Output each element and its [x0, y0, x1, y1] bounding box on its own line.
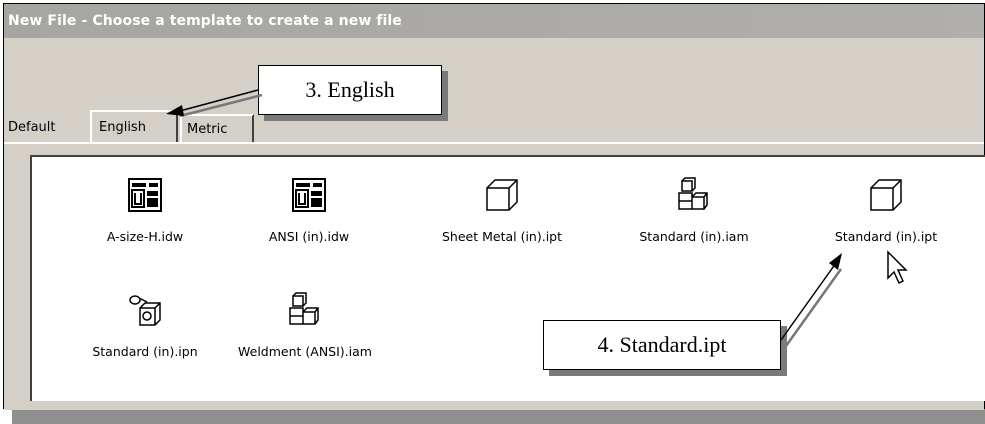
callout-english-shadow-side — [442, 71, 448, 121]
title-bar: New File - Choose a template to create a… — [4, 4, 984, 38]
template-weldment-ansi-iam[interactable]: Weldment (ANSI).iam — [230, 292, 380, 359]
callout-standard-ipt-text: 4. Standard.ipt — [597, 332, 727, 357]
presentation-icon — [129, 295, 161, 326]
tab-english[interactable]: English — [90, 110, 178, 142]
callout-english: 3. English — [258, 65, 442, 115]
template-label: A-size-H.idw — [106, 229, 184, 244]
dialog-title: New File - Choose a template to create a… — [8, 13, 402, 29]
template-label: ANSI (in).idw — [268, 229, 350, 244]
template-label: Sheet Metal (in).ipt — [441, 229, 563, 244]
assembly-icon — [678, 177, 708, 210]
template-label: Weldment (ANSI).iam — [238, 344, 372, 359]
tab-panel-border — [4, 142, 984, 144]
mouse-cursor-icon — [887, 250, 908, 285]
drawing-icon — [292, 178, 326, 212]
template-label: Standard (in).ipn — [92, 344, 198, 359]
callout-standard-ipt-shadow-side — [781, 326, 787, 376]
callout-standard-ipt: 4. Standard.ipt — [543, 320, 781, 370]
drawing-icon — [128, 178, 162, 212]
template-a-size-h-idw[interactable]: A-size-H.idw — [70, 177, 220, 244]
part-icon — [870, 179, 902, 211]
assembly-icon — [289, 292, 319, 325]
template-list: A-size-H.idw ANSI (in).idw Sheet Metal (… — [30, 155, 985, 401]
new-file-dialog: New File - Choose a template to create a… — [3, 3, 985, 410]
template-standard-in-iam[interactable]: Standard (in).iam — [619, 177, 769, 244]
tab-default[interactable]: Default — [4, 114, 87, 142]
template-label: Standard (in).ipt — [834, 229, 938, 244]
callout-english-text: 3. English — [305, 77, 395, 102]
callout-standard-ipt-shadow — [549, 370, 785, 376]
template-standard-in-ipt[interactable]: Standard (in).ipt — [811, 177, 961, 244]
tab-metric[interactable]: Metric — [180, 114, 254, 142]
template-ansi-in-idw[interactable]: ANSI (in).idw — [234, 177, 384, 244]
callout-english-shadow — [264, 115, 446, 121]
dialog-bottom-edge — [4, 401, 984, 410]
template-label: Standard (in).iam — [639, 229, 749, 244]
template-sheet-metal-in-ipt[interactable]: Sheet Metal (in).ipt — [427, 177, 577, 244]
template-standard-in-ipn[interactable]: Standard (in).ipn — [70, 292, 220, 359]
part-icon — [486, 179, 518, 211]
